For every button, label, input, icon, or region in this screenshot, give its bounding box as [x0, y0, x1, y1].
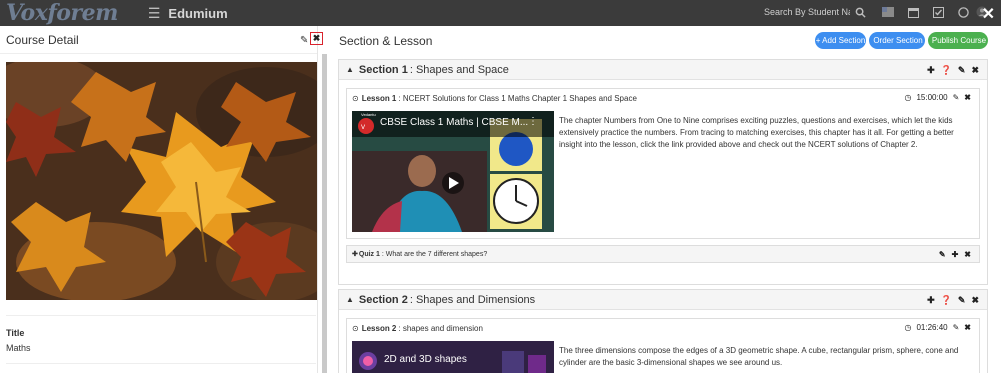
section-name: : Shapes and Dimensions	[409, 293, 536, 306]
delete-lesson-icon[interactable]: ✖	[964, 323, 971, 332]
video-title: CBSE Class 1 Maths | CBSE M...	[380, 117, 529, 128]
lesson-card: ⊙ Lesson 1 : NCERT Solutions for Class 1…	[346, 88, 980, 239]
lesson-play-icon: ⊙	[352, 93, 359, 103]
lesson-description: The three dimensions compose the edges o…	[559, 346, 959, 367]
section-header[interactable]: ▲ Section 2 : Shapes and Dimensions ✚ ❓ …	[339, 290, 987, 310]
course-image	[6, 62, 317, 300]
edit-section-icon[interactable]: ✎	[958, 65, 966, 76]
section-card: ▲ Section 2 : Shapes and Dimensions ✚ ❓ …	[338, 289, 988, 373]
add-quiz-icon[interactable]: ❓	[941, 65, 952, 76]
close-modal-icon[interactable]: ✕	[982, 4, 995, 24]
app-name: Edumium	[168, 5, 228, 21]
search-icon[interactable]	[853, 5, 867, 19]
edit-quiz-icon[interactable]: ✎	[939, 250, 946, 259]
publish-course-button[interactable]: Publish Course	[928, 32, 988, 49]
lesson-header: ⊙ Lesson 1 : NCERT Solutions for Class 1…	[347, 89, 979, 107]
calendar-icon[interactable]	[906, 5, 920, 19]
lesson-video-embed[interactable]: 2D and 3D shapes	[352, 341, 554, 373]
panel-scrollbar[interactable]	[322, 54, 327, 373]
order-section-button[interactable]: Order Section	[869, 32, 925, 49]
field-label-title: Title	[6, 328, 25, 338]
close-course-detail-button[interactable]: ✖	[310, 32, 323, 45]
student-search-input[interactable]: Search By Student Name	[764, 7, 850, 17]
quiz-plus-icon: ✚	[352, 251, 358, 258]
collapse-chevron-icon[interactable]: ▲	[346, 65, 354, 74]
lesson-prefix: Lesson 2	[361, 323, 397, 333]
top-bar: Voxforem ☰ Edumium Search By Student Nam…	[0, 0, 1001, 26]
lesson-prefix: Lesson 1	[361, 93, 397, 103]
divider	[6, 315, 316, 316]
whatsapp-icon[interactable]	[956, 5, 970, 19]
add-question-icon[interactable]: ✚	[952, 250, 959, 259]
edit-course-icon[interactable]: ✎	[300, 35, 308, 46]
add-quiz-icon[interactable]: ❓	[941, 295, 952, 306]
collapse-chevron-icon[interactable]: ▲	[346, 295, 354, 304]
lesson-description: The chapter Numbers from One to Nine com…	[559, 116, 954, 149]
lesson-card: ⊙ Lesson 2 : shapes and dimension ◷ 01:2…	[346, 318, 980, 373]
add-section-button[interactable]: + Add Section	[815, 32, 866, 49]
field-value-title: Maths	[6, 343, 31, 353]
quiz-row: ✚ Quiz 1 : What are the 7 different shap…	[346, 245, 980, 263]
add-lesson-icon[interactable]: ✚	[927, 65, 935, 76]
clock-icon: ◷	[904, 323, 912, 332]
video-more-icon[interactable]: ⋮	[528, 116, 538, 127]
video-channel: Vedantu	[361, 112, 376, 117]
quiz-name: : What are the 7 different shapes?	[381, 250, 488, 258]
app-logo[interactable]: Voxforem	[6, 0, 118, 26]
lesson-name: : NCERT Solutions for Class 1 Maths Chap…	[398, 93, 637, 103]
hamburger-menu-icon[interactable]: ☰	[148, 5, 161, 22]
quiz-prefix: Quiz 1	[358, 250, 380, 258]
lesson-duration: 01:26:40	[916, 323, 948, 332]
section-card: ▲ Section 1 : Shapes and Space ✚ ❓ ✎ ✖ ⊙…	[338, 59, 988, 285]
publish-course-label: Publish Course	[931, 36, 987, 45]
clock-icon: ◷	[904, 93, 912, 102]
edit-section-icon[interactable]: ✎	[958, 295, 966, 306]
course-detail-title: Course Detail	[6, 32, 79, 47]
section-lesson-title: Section & Lesson	[339, 34, 433, 48]
delete-section-icon[interactable]: ✖	[971, 65, 979, 76]
divider	[6, 363, 316, 364]
edit-lesson-icon[interactable]: ✎	[953, 93, 960, 102]
section-prefix: Section 1	[358, 63, 408, 76]
course-detail-panel: Course Detail ✎ ✖ Title Maths	[0, 26, 323, 373]
lesson-header: ⊙ Lesson 2 : shapes and dimension ◷ 01:2…	[347, 319, 979, 337]
order-section-label: Order Section	[873, 36, 923, 45]
lesson-duration: 15:00:00	[916, 93, 948, 102]
lesson-play-icon: ⊙	[352, 323, 359, 333]
course-detail-header: Course Detail	[0, 26, 317, 54]
video-title: 2D and 3D shapes	[384, 354, 467, 365]
section-header[interactable]: ▲ Section 1 : Shapes and Space ✚ ❓ ✎ ✖	[339, 60, 987, 80]
delete-lesson-icon[interactable]: ✖	[964, 93, 971, 102]
section-name: : Shapes and Space	[409, 63, 509, 76]
section-lesson-panel: Section & Lesson + Add Section Order Sec…	[330, 26, 1001, 373]
flag-icon[interactable]	[881, 5, 895, 19]
edit-lesson-icon[interactable]: ✎	[953, 323, 960, 332]
delete-section-icon[interactable]: ✖	[971, 295, 979, 306]
section-prefix: Section 2	[358, 293, 408, 306]
lesson-name: : shapes and dimension	[398, 323, 483, 333]
add-lesson-icon[interactable]: ✚	[927, 295, 935, 306]
delete-quiz-icon[interactable]: ✖	[964, 250, 971, 259]
checkbox-icon[interactable]	[931, 5, 945, 19]
lesson-video-embed[interactable]: V CBSE Class 1 Maths | CBSE M... Vedantu…	[352, 111, 554, 232]
